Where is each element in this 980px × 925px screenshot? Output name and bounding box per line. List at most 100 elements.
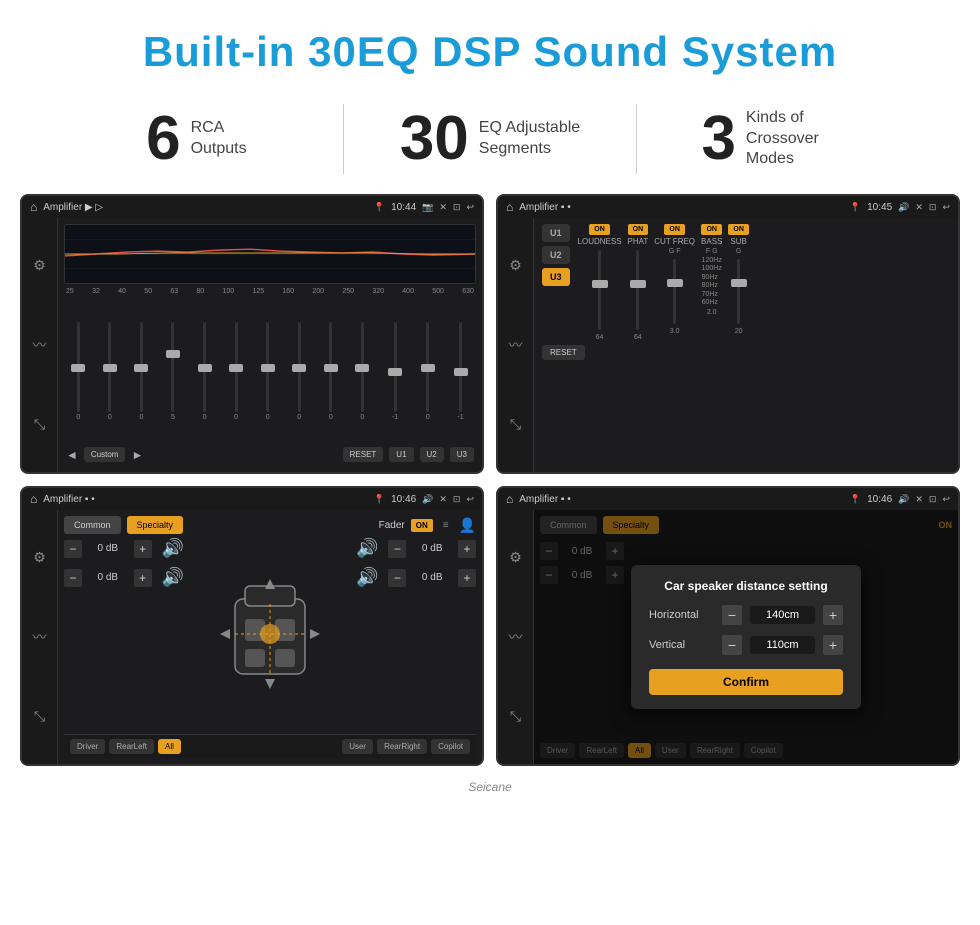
- slider-track-1[interactable]: [77, 322, 80, 412]
- slider-track-5[interactable]: [203, 322, 206, 412]
- fader-db3-plus[interactable]: +: [458, 540, 476, 558]
- slider-thumb-6[interactable]: [229, 364, 243, 372]
- amp-u3-btn[interactable]: U3: [542, 268, 570, 286]
- window-icon[interactable]: ⊡: [453, 202, 461, 213]
- fader-db1-plus[interactable]: +: [134, 540, 152, 558]
- eq-icon-3[interactable]: ⤡: [34, 416, 45, 433]
- phat-toggle[interactable]: ON: [628, 224, 649, 235]
- slider-thumb-13[interactable]: [454, 368, 468, 376]
- eq-custom-btn[interactable]: Custom: [84, 447, 126, 462]
- fader-db2-minus[interactable]: −: [64, 569, 82, 587]
- slider-thumb-5[interactable]: [198, 364, 212, 372]
- eq-reset-btn[interactable]: RESET: [343, 447, 384, 462]
- fader-icon-3[interactable]: ⤡: [34, 708, 45, 725]
- slider-track-10[interactable]: [361, 322, 364, 412]
- dist-vertical-plus[interactable]: +: [823, 635, 843, 655]
- fader-rearleft-btn[interactable]: RearLeft: [109, 739, 154, 754]
- amp-home-icon[interactable]: ⌂: [506, 200, 513, 214]
- slider-thumb-9[interactable]: [324, 364, 338, 372]
- slider-track-3[interactable]: [140, 322, 143, 412]
- fader-common-tab[interactable]: Common: [64, 516, 121, 534]
- eq-icon-1[interactable]: ⚙: [33, 257, 46, 274]
- amp-window-icon[interactable]: ⊡: [929, 202, 937, 213]
- loudness-slider[interactable]: [598, 250, 601, 330]
- slider-track-6[interactable]: [235, 322, 238, 412]
- bass-toggle[interactable]: ON: [701, 224, 722, 235]
- amp-back-icon[interactable]: ↩: [942, 202, 950, 213]
- home-icon[interactable]: ⌂: [30, 200, 37, 214]
- dist-icon-1[interactable]: ⚙: [509, 549, 522, 566]
- slider-thumb-4[interactable]: [166, 350, 180, 358]
- fader-rearright-btn[interactable]: RearRight: [377, 739, 427, 754]
- fader-window-icon[interactable]: ⊡: [453, 494, 461, 505]
- sub-thumb[interactable]: [731, 279, 747, 287]
- slider-thumb-11[interactable]: [388, 368, 402, 376]
- fader-back-icon[interactable]: ↩: [466, 494, 474, 505]
- cutfreq-thumb[interactable]: [667, 279, 683, 287]
- dist-home-icon[interactable]: ⌂: [506, 492, 513, 506]
- slider-thumb-7[interactable]: [261, 364, 275, 372]
- fader-user-btn[interactable]: User: [342, 739, 373, 754]
- dist-back-icon[interactable]: ↩: [942, 494, 950, 505]
- eq-icon-2[interactable]: 〰: [33, 335, 47, 355]
- dist-icon-2[interactable]: 〰: [509, 627, 523, 647]
- slider-thumb-1[interactable]: [71, 364, 85, 372]
- loudness-toggle[interactable]: ON: [589, 224, 610, 235]
- phat-thumb[interactable]: [630, 280, 646, 288]
- dist-horizontal-minus[interactable]: −: [722, 605, 742, 625]
- eq-u2-btn[interactable]: U2: [420, 447, 444, 462]
- close-icon[interactable]: ✕: [439, 202, 447, 213]
- amp-reset-btn[interactable]: RESET: [542, 345, 585, 360]
- cutfreq-toggle[interactable]: ON: [664, 224, 685, 235]
- cutfreq-slider[interactable]: [673, 259, 676, 324]
- eq-next-btn[interactable]: ►: [131, 448, 143, 462]
- fader-close-icon[interactable]: ✕: [439, 494, 447, 505]
- sub-slider[interactable]: [737, 259, 740, 324]
- fader-driver-btn[interactable]: Driver: [70, 739, 105, 754]
- amp-u2-btn[interactable]: U2: [542, 246, 570, 264]
- dist-sound-icon[interactable]: 🔊: [898, 494, 909, 505]
- slider-track-12[interactable]: [426, 322, 429, 412]
- fader-specialty-tab[interactable]: Specialty: [127, 516, 184, 534]
- fader-db1-minus[interactable]: −: [64, 540, 82, 558]
- slider-thumb-12[interactable]: [421, 364, 435, 372]
- slider-thumb-10[interactable]: [355, 364, 369, 372]
- amp-icon-3[interactable]: ⤡: [510, 416, 521, 433]
- dist-horizontal-plus[interactable]: +: [823, 605, 843, 625]
- slider-track-13[interactable]: [459, 322, 462, 412]
- amp-icon-1[interactable]: ⚙: [509, 257, 522, 274]
- slider-thumb-2[interactable]: [103, 364, 117, 372]
- sub-toggle[interactable]: ON: [728, 224, 749, 235]
- fader-home-icon[interactable]: ⌂: [30, 492, 37, 506]
- slider-track-2[interactable]: [108, 322, 111, 412]
- phat-slider[interactable]: [636, 250, 639, 330]
- loudness-thumb[interactable]: [592, 280, 608, 288]
- eq-u1-btn[interactable]: U1: [389, 447, 413, 462]
- fader-all-btn[interactable]: All: [158, 739, 181, 754]
- dist-window-icon[interactable]: ⊡: [929, 494, 937, 505]
- eq-u3-btn[interactable]: U3: [450, 447, 474, 462]
- amp-icon-2[interactable]: 〰: [509, 335, 523, 355]
- amp-sound-icon[interactable]: 🔊: [898, 202, 909, 213]
- fader-db2-plus[interactable]: +: [134, 569, 152, 587]
- fader-sound-icon[interactable]: 🔊: [422, 494, 433, 505]
- amp-u1-btn[interactable]: U1: [542, 224, 570, 242]
- dist-vertical-minus[interactable]: −: [722, 635, 742, 655]
- slider-track-4[interactable]: [171, 322, 174, 412]
- fader-copilot-btn[interactable]: Copilot: [431, 739, 470, 754]
- dist-confirm-btn[interactable]: Confirm: [649, 669, 843, 695]
- dist-icon-3[interactable]: ⤡: [510, 708, 521, 725]
- slider-track-8[interactable]: [298, 322, 301, 412]
- fader-db3-minus[interactable]: −: [388, 540, 406, 558]
- back-icon[interactable]: ↩: [466, 202, 474, 213]
- slider-track-9[interactable]: [329, 322, 332, 412]
- slider-thumb-3[interactable]: [134, 364, 148, 372]
- slider-thumb-8[interactable]: [292, 364, 306, 372]
- dist-close-icon[interactable]: ✕: [915, 494, 923, 505]
- fader-db4-plus[interactable]: +: [458, 569, 476, 587]
- fader-icon-2[interactable]: 〰: [33, 627, 47, 647]
- slider-track-11[interactable]: [394, 322, 397, 412]
- eq-prev-btn[interactable]: ◄: [66, 448, 78, 462]
- fader-db4-minus[interactable]: −: [388, 569, 406, 587]
- amp-close-icon[interactable]: ✕: [915, 202, 923, 213]
